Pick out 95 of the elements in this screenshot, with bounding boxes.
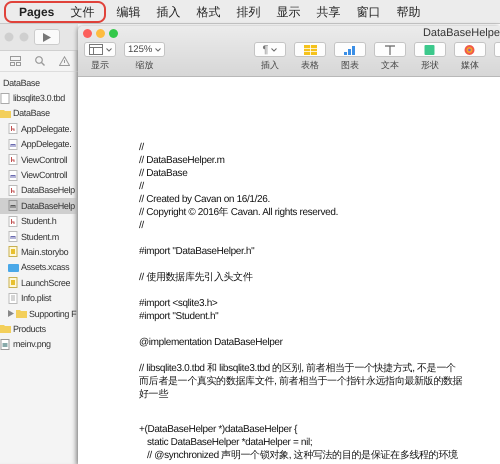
tree-item[interactable]: Products bbox=[0, 321, 78, 337]
square-icon bbox=[424, 44, 436, 54]
text-icon bbox=[384, 44, 396, 54]
play-icon bbox=[43, 32, 51, 42]
app-menu[interactable]: Pages bbox=[11, 2, 62, 20]
code-line: // @synchronized 声明一个锁对象, 这种写法的目的是保证在多线程的环境 bbox=[146, 449, 458, 462]
sidebar-layout-icon bbox=[88, 44, 102, 55]
menu-item[interactable]: 显示 bbox=[268, 2, 308, 20]
code-line: 好一些 bbox=[139, 388, 168, 401]
insert-button[interactable]: ¶ bbox=[254, 42, 286, 57]
file-icon bbox=[8, 184, 19, 196]
code-line: // bbox=[139, 141, 144, 154]
caret-icon bbox=[106, 48, 112, 52]
menu-item[interactable]: 格式 bbox=[188, 2, 228, 20]
code-line: // 使用数据库先引入头文件 bbox=[139, 271, 252, 284]
tree-item[interactable]: Student.m bbox=[0, 228, 78, 244]
menu-item[interactable]: 排列 bbox=[228, 2, 268, 20]
folder-icon bbox=[16, 308, 27, 320]
file-icon bbox=[8, 277, 19, 288]
close-button[interactable] bbox=[83, 28, 92, 38]
file-icon bbox=[8, 170, 19, 181]
code-line: static DataBaseHelper *dataHelper = nil; bbox=[146, 436, 312, 449]
run-button[interactable] bbox=[34, 29, 60, 45]
tree-item[interactable]: LaunchScree bbox=[0, 275, 78, 290]
file-icon bbox=[8, 216, 19, 227]
tree-item[interactable]: libsqlite3.0.tbd bbox=[0, 90, 78, 106]
code-line: // bbox=[139, 180, 144, 193]
menu-item[interactable]: 共享 bbox=[308, 2, 348, 20]
tree-item[interactable]: Main.storybo bbox=[0, 244, 78, 260]
tree-item[interactable]: AppDelegate. bbox=[0, 136, 78, 152]
code-line: // bbox=[139, 219, 144, 232]
folder-icon bbox=[8, 262, 19, 273]
toolbar-caption: 插入 bbox=[261, 59, 279, 72]
toolbar-caption: 表格 bbox=[301, 59, 319, 72]
toolbar-caption: 图表 bbox=[341, 59, 359, 72]
code-line: // Copyright © 2016年 Cavan. All rights reserved. bbox=[139, 206, 338, 219]
zoom-button[interactable]: 125% bbox=[124, 42, 166, 57]
color-wheel-icon bbox=[464, 44, 476, 54]
text-button[interactable] bbox=[374, 42, 406, 57]
shape-button[interactable] bbox=[414, 42, 446, 57]
search-icon bbox=[35, 56, 45, 66]
file-icon bbox=[8, 231, 19, 242]
tree-item[interactable]: DataBase bbox=[0, 106, 78, 122]
folder-icon bbox=[0, 108, 11, 119]
media-button[interactable] bbox=[454, 42, 486, 57]
code-line: +(DataBaseHelper *)dataBaseHelper { bbox=[139, 423, 298, 436]
hierarchy-icon bbox=[10, 56, 21, 66]
caret-icon bbox=[155, 48, 162, 52]
code-line: 而后者是一个真实的数据库文件, 前者相当于一个指针永远指向最新版的数据 bbox=[139, 375, 462, 388]
tree-item[interactable]: DataBase bbox=[0, 75, 78, 90]
file-icon bbox=[8, 200, 19, 212]
menu-item[interactable]: 窗口 bbox=[348, 2, 388, 20]
folder-icon bbox=[0, 323, 11, 334]
menu-item[interactable]: 插入 bbox=[148, 2, 188, 20]
code-line: #import "Student.h" bbox=[139, 310, 218, 323]
tree-item[interactable]: Assets.xcass bbox=[0, 260, 78, 276]
file-icon bbox=[8, 246, 19, 258]
menu-item[interactable]: 编辑 bbox=[108, 2, 148, 20]
menu-item[interactable]: 文件 bbox=[62, 2, 102, 20]
tree-item[interactable]: DataBaseHelp bbox=[0, 182, 78, 198]
code-line: #import "DataBaseHelper.h" bbox=[139, 245, 254, 258]
code-line: @implementation DataBaseHelper bbox=[139, 336, 283, 349]
file-icon bbox=[8, 138, 19, 150]
view-button[interactable] bbox=[84, 42, 116, 57]
toolbar-caption: 显示 bbox=[91, 59, 109, 72]
code-line: #import <sqlite3.h> bbox=[139, 297, 218, 310]
code-line: // DataBase bbox=[139, 167, 188, 180]
tree-item[interactable]: Supporting F bbox=[0, 306, 78, 322]
bar-chart-icon bbox=[344, 44, 356, 54]
tree-item[interactable]: AppDelegate. bbox=[0, 121, 78, 137]
toolbar-caption: 媒体 bbox=[461, 59, 479, 72]
tree-item[interactable]: meinv.png bbox=[0, 336, 78, 352]
menu-item[interactable]: 帮助 bbox=[388, 2, 428, 20]
file-icon bbox=[8, 154, 19, 166]
toolbar-caption: 缩放 bbox=[136, 59, 154, 72]
tree-item[interactable]: ViewControll bbox=[0, 152, 78, 168]
window-title: DataBaseHelpe bbox=[422, 27, 500, 39]
code-line: // libsqlite3.0.tbd 和 libsqlite3.tbd 的区别, 前者相当于一个快捷方式, 不是一个 bbox=[139, 362, 456, 375]
disclosure-icon[interactable] bbox=[8, 310, 14, 318]
table-button[interactable] bbox=[294, 42, 326, 57]
tree-item[interactable]: DataBaseHelp bbox=[0, 198, 78, 214]
code-line: // Created by Cavan on 16/1/26. bbox=[139, 193, 270, 206]
tree-item[interactable]: Info.plist bbox=[0, 290, 78, 306]
tree-item[interactable]: Student.h bbox=[0, 214, 78, 229]
file-icon bbox=[8, 292, 19, 304]
zoom-window-button[interactable] bbox=[109, 28, 118, 38]
warning-icon bbox=[59, 56, 70, 66]
table-icon bbox=[304, 44, 316, 54]
chart-button[interactable] bbox=[334, 42, 366, 57]
tree-item[interactable]: ViewControll bbox=[0, 167, 78, 183]
file-icon bbox=[8, 123, 19, 134]
caret-icon bbox=[271, 48, 278, 52]
toolbar-caption: 文本 bbox=[381, 59, 399, 72]
code-line: // DataBaseHelper.m bbox=[139, 154, 225, 167]
toolbar-caption: 形状 bbox=[421, 59, 439, 72]
